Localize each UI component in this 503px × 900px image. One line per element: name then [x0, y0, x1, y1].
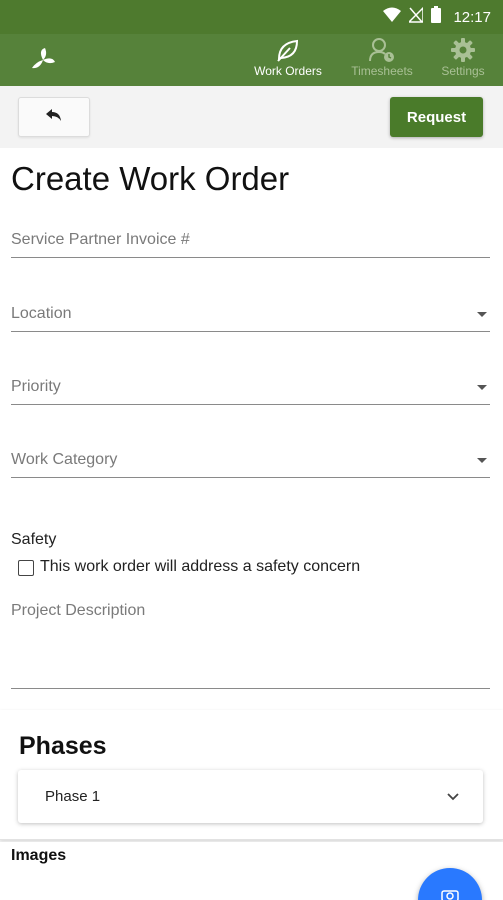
- phase-label: Phase 1: [45, 788, 101, 805]
- invoice-number-field[interactable]: Service Partner Invoice #: [11, 218, 490, 258]
- status-time: 12:17: [453, 8, 491, 26]
- person-clock-icon: [368, 37, 396, 63]
- safety-label: Safety: [11, 531, 57, 548]
- no-signal-icon: [407, 5, 425, 28]
- work-order-form: Create Work Order Service Partner Invoic…: [0, 148, 503, 710]
- tab-label: Settings: [441, 64, 485, 78]
- tab-label: Timesheets: [351, 64, 413, 78]
- request-button[interactable]: Request: [390, 97, 483, 137]
- tab-label: Work Orders: [254, 64, 322, 78]
- leaf-logo-icon[interactable]: [28, 46, 58, 74]
- wifi-icon: [383, 7, 402, 28]
- safety-checkbox-label[interactable]: This work order will address a safety co…: [40, 558, 360, 576]
- phases-title: Phases: [19, 732, 107, 760]
- field-label: Location: [11, 305, 72, 322]
- dropdown-arrow-icon: [477, 458, 487, 463]
- dropdown-arrow-icon: [477, 312, 487, 317]
- phases-card: Phases Phase 1: [0, 710, 503, 840]
- gear-icon: [449, 37, 477, 63]
- phases-section: Phases Phase 1: [0, 710, 503, 842]
- images-title: Images: [11, 847, 67, 864]
- priority-select[interactable]: Priority: [11, 365, 490, 405]
- leaf-icon: [274, 37, 302, 63]
- tab-work-orders[interactable]: Work Orders: [243, 38, 333, 84]
- toolbar: Request: [0, 86, 503, 148]
- page-title: Create Work Order: [11, 160, 290, 197]
- field-label: Project Description: [11, 602, 146, 619]
- status-bar: 12:17: [0, 0, 503, 34]
- camera-icon: [441, 888, 459, 900]
- phase-item[interactable]: Phase 1: [18, 770, 483, 823]
- app-bar: Work Orders Timesheets Settings: [0, 34, 503, 86]
- safety-checkbox[interactable]: [18, 560, 34, 576]
- battery-icon: [431, 6, 442, 28]
- tab-settings[interactable]: Settings: [418, 38, 503, 84]
- location-select[interactable]: Location: [11, 292, 490, 332]
- tab-timesheets[interactable]: Timesheets: [337, 38, 427, 84]
- reply-arrow-icon: [45, 108, 63, 127]
- work-category-select[interactable]: Work Category: [11, 438, 490, 478]
- chevron-down-icon: [445, 788, 461, 804]
- field-label: Work Category: [11, 451, 118, 468]
- project-description-field[interactable]: Project Description: [11, 596, 490, 689]
- dropdown-arrow-icon: [477, 385, 487, 390]
- back-button[interactable]: [18, 97, 90, 137]
- field-label: Priority: [11, 378, 61, 395]
- field-label: Service Partner Invoice #: [11, 231, 190, 248]
